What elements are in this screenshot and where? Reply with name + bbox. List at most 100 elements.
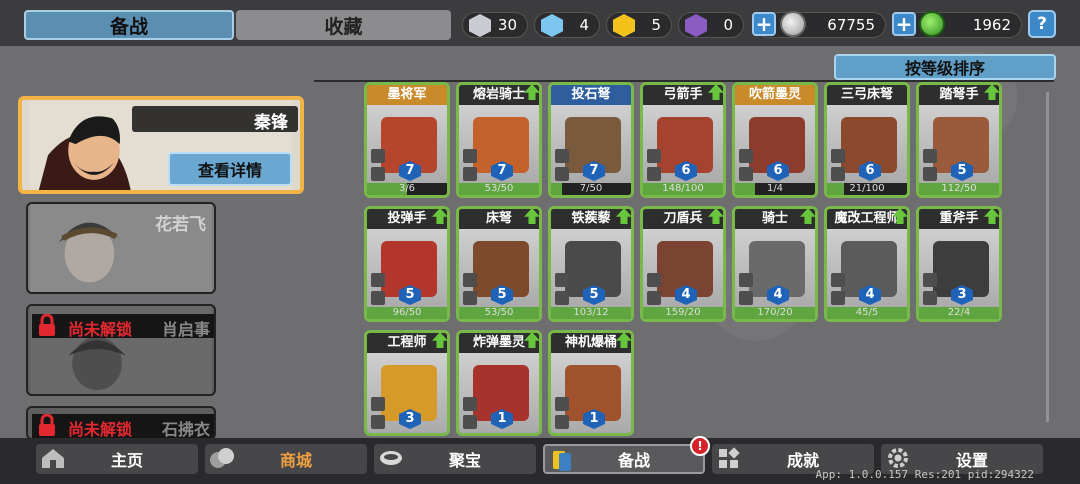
unit-type-icon [923,273,937,287]
unit-progress: 103/12 [551,307,631,319]
hero-name-qinfeng: 秦锋 [254,113,288,133]
unit-trait-icon [371,291,385,305]
unit-progress-fill [735,183,755,195]
unit-card[interactable]: 重斧手 3 22/4 [916,206,1002,322]
unit-name: 弓箭手 [643,85,723,105]
sort-by-level-button[interactable]: 按等级排序 [834,54,1056,80]
gold-badge-counter: 5 [606,12,672,38]
hero-card-selected[interactable]: 秦锋 查看详情 [18,96,304,194]
unit-trait-icon [555,291,569,305]
unit-type-icon [739,273,753,287]
nav-achievement-label: 成就 [786,451,819,470]
unit-progress: 96/50 [367,307,447,319]
view-details-button[interactable]: 查看详情 [168,152,292,186]
unit-card[interactable]: 铁蒺藜 5 103/12 [548,206,634,322]
unit-card[interactable]: 墨将军 7 3/6 [364,82,450,198]
unit-progress-text: 7/50 [579,183,603,194]
nav-treasure[interactable]: 聚宝 [374,444,536,474]
lock-icon [39,314,55,336]
unit-type-icon [463,149,477,163]
unit-trait-icon [647,291,661,305]
unit-progress: 53/50 [459,183,539,195]
help-button[interactable]: ? [1028,10,1056,38]
nav-home[interactable]: 主页 [36,444,198,474]
unit-card[interactable]: 三弓床弩 6 21/100 [824,82,910,198]
unit-progress: 45/5 [827,307,907,319]
unit-name: 投石弩 [551,85,631,105]
unit-card[interactable]: 刀盾兵 4 159/20 [640,206,726,322]
add-silver-button[interactable]: + [752,12,776,36]
unit-name: 投弹手 [367,209,447,229]
unit-card[interactable]: 工程师 3 [364,330,450,436]
gold-badge-count: 5 [651,16,661,34]
unit-progress-text: 45/5 [855,307,879,318]
nav-prepare-label: 备战 [617,451,650,470]
unit-type-icon [831,149,845,163]
unit-trait-icon [463,167,477,181]
hero-card-huaruofei[interactable]: 花若飞 [26,202,216,294]
unit-card[interactable]: 骑士 4 170/20 [732,206,818,322]
achievement-icon [719,447,740,468]
unit-name: 吹箭墨灵 [735,85,815,105]
unit-card[interactable]: 炸弹墨灵 1 [456,330,542,436]
lock-strip: 尚未解锁 石拂衣 [32,414,214,439]
unit-trait-icon [555,415,569,429]
nav-prepare[interactable]: 备战 [543,444,705,474]
locked-status-text: 尚未解锁 [68,320,133,339]
tab-collection[interactable]: 收藏 [236,10,451,40]
unit-name: 魔改工程师 [827,209,907,229]
unit-card[interactable]: 投弹手 5 96/50 [364,206,450,322]
unit-card[interactable]: 魔改工程师 4 45/5 [824,206,910,322]
unit-card[interactable]: 踏弩手 5 112/50 [916,82,1002,198]
unit-card[interactable]: 投石弩 7 7/50 [548,82,634,198]
unit-trait-icon [831,291,845,305]
unit-name: 床弩 [459,209,539,229]
locked-hero-name: 石拂衣 [161,420,210,439]
unit-progress-text: 1/4 [766,183,784,194]
unit-type-icon [923,149,937,163]
hero-card-locked-1[interactable]: 尚未解锁 肖启事 [26,304,216,396]
unit-card[interactable]: 弓箭手 6 148/100 [640,82,726,198]
gear-icon [888,448,908,468]
unit-progress: 159/20 [643,307,723,319]
unit-progress: 170/20 [735,307,815,319]
treasure-bowl-icon [380,451,402,465]
locked-hero-name: 肖启事 [161,320,210,339]
coins-icon [210,448,234,468]
unit-name: 工程师 [367,333,447,353]
unit-type-icon [739,149,753,163]
bottom-nav: 主页 商城 聚宝 备战 成就 设置 App: 1.0.0.157 Res:201… [0,438,1080,484]
unit-progress: 112/50 [919,183,999,195]
lock-icon [39,414,55,436]
nav-shop[interactable]: 商城 [205,444,367,474]
unit-type-icon [371,273,385,287]
jade-coin-icon [919,11,945,37]
unit-progress-fill [551,183,563,195]
unit-card[interactable]: 吹箭墨灵 6 1/4 [732,82,818,198]
hero-card-locked-2[interactable]: 尚未解锁 石拂衣 [26,406,216,440]
unit-name: 炸弹墨灵 [459,333,539,353]
unit-progress-text: 112/50 [941,183,977,194]
unit-name: 神机爆桶 [551,333,631,353]
unit-name: 重斧手 [919,209,999,229]
unit-trait-icon [555,167,569,181]
unit-progress: 53/50 [459,307,539,319]
unit-card[interactable]: 神机爆桶 1 [548,330,634,436]
unit-progress-text: 159/20 [665,307,701,318]
unit-progress: 22/4 [919,307,999,319]
blue-crystal-icon [541,14,563,37]
purple-badge-icon [685,14,707,37]
unit-card[interactable]: 熔岩骑士 7 53/50 [456,82,542,198]
unit-card[interactable]: 床弩 5 53/50 [456,206,542,322]
unit-trait-icon [463,415,477,429]
add-jade-button[interactable]: + [892,12,916,36]
tab-prepare[interactable]: 备战 [24,10,234,40]
unit-progress-fill [827,183,844,195]
unit-list-scrollbar[interactable] [1046,92,1049,422]
unit-trait-icon [739,291,753,305]
lock-strip: 尚未解锁 肖启事 [32,314,214,339]
nav-treasure-label: 聚宝 [448,451,481,470]
jade-count: 1962 [972,16,1011,34]
unit-name: 骑士 [735,209,815,229]
blue-crystal-count: 4 [579,16,589,34]
